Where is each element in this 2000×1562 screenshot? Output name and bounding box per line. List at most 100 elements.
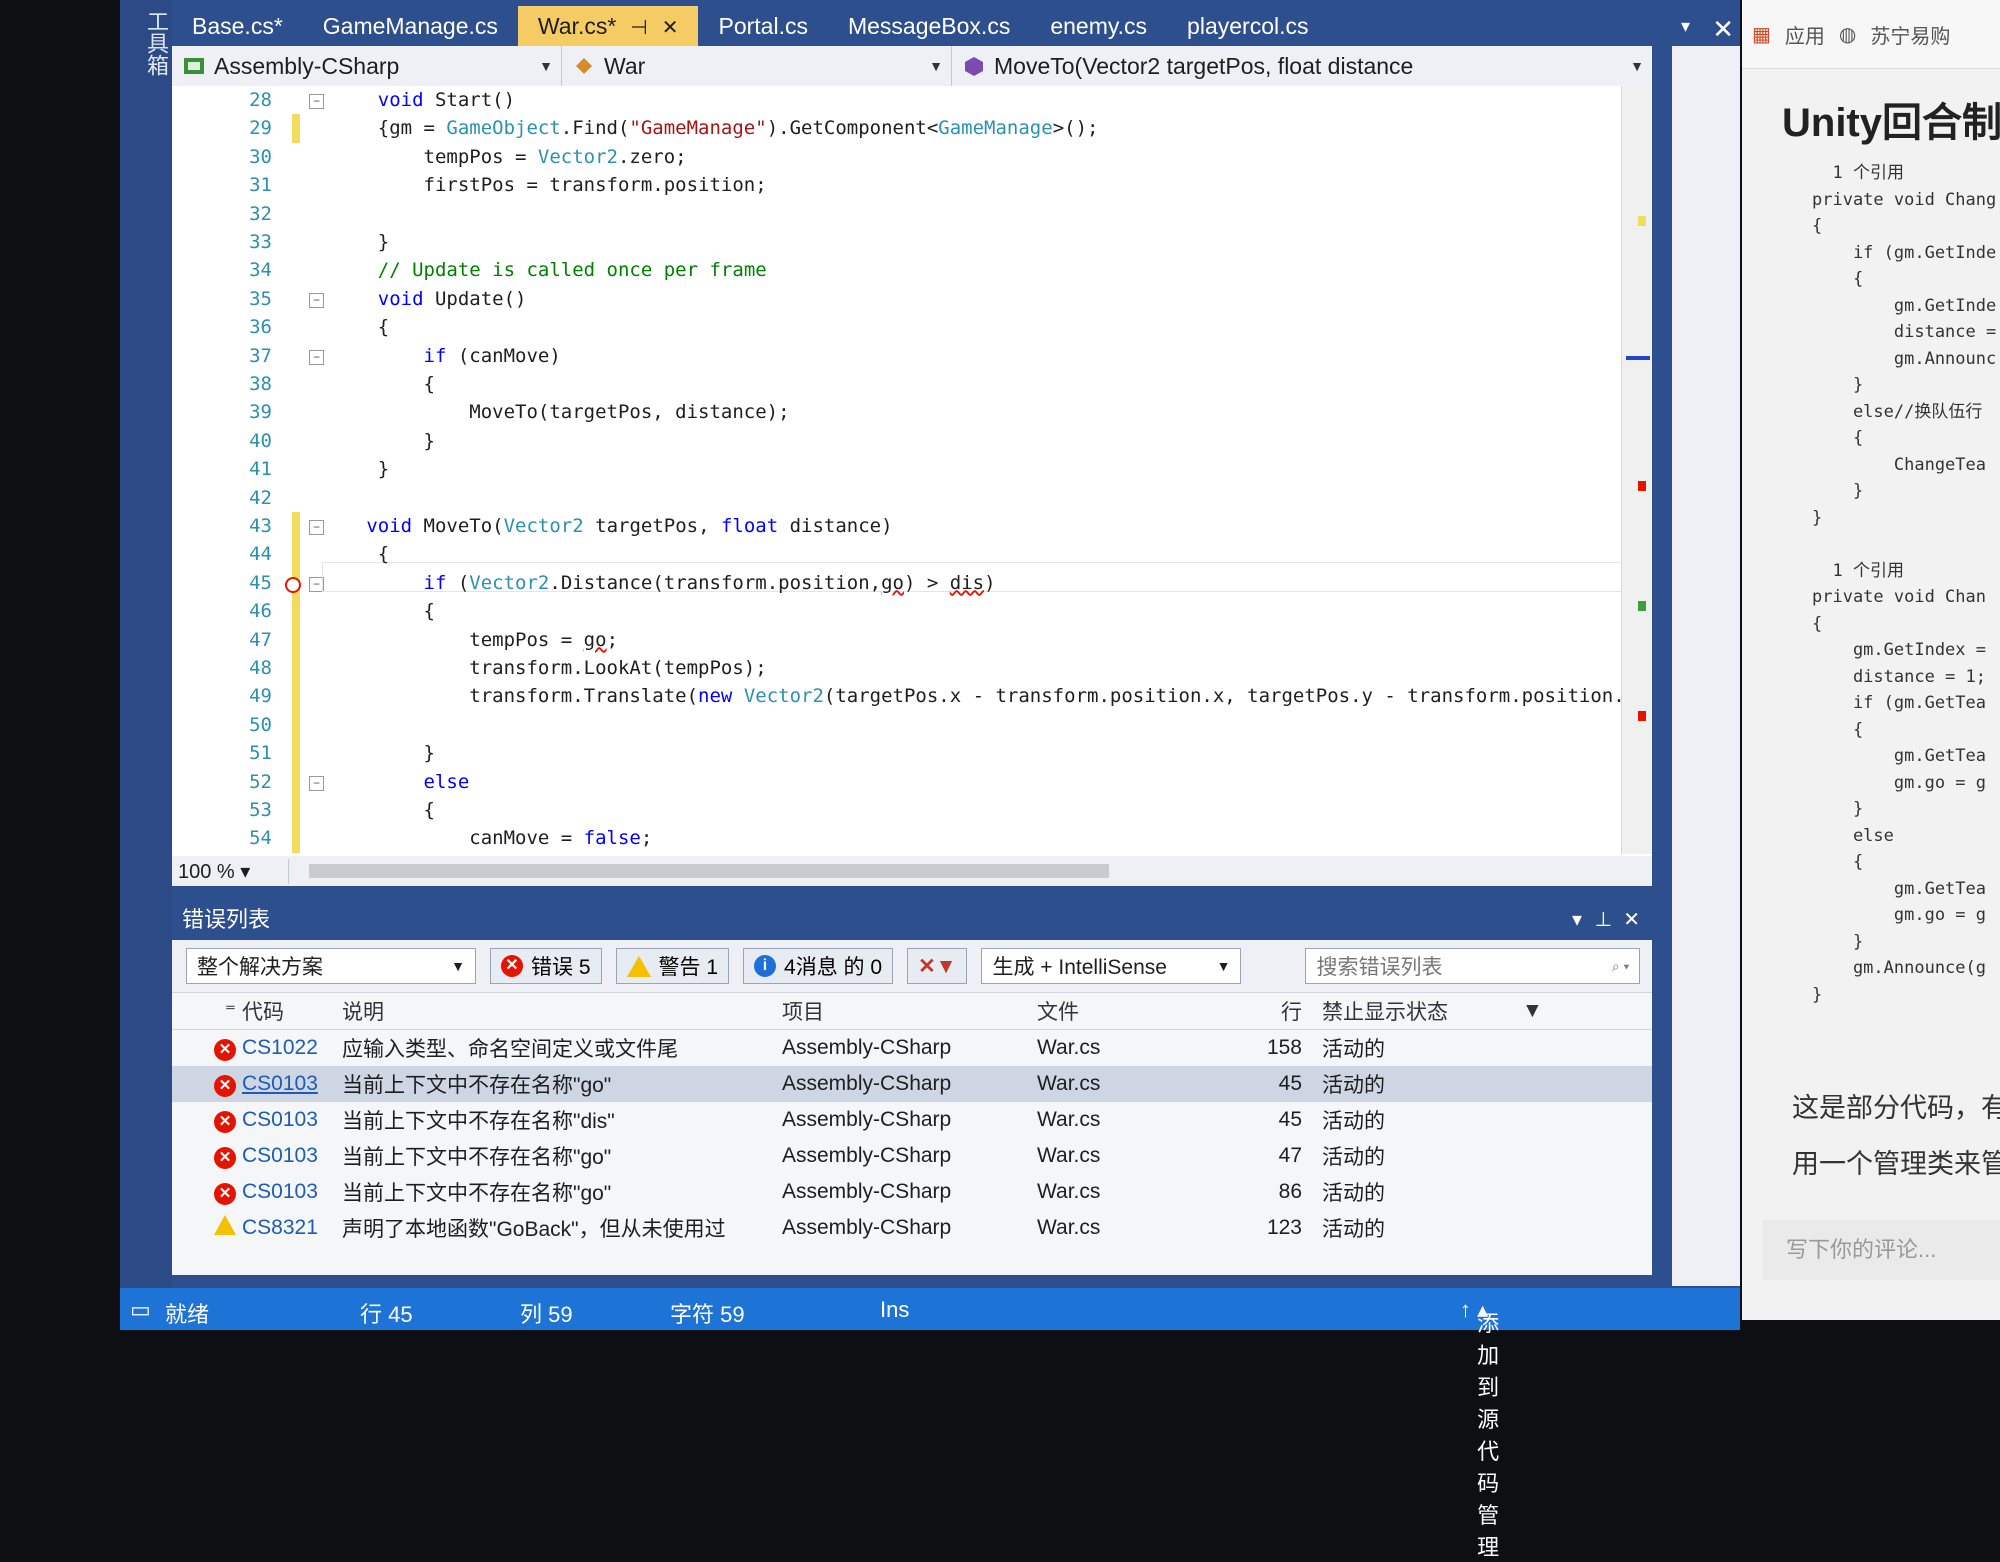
error-list-panel: 错误列表 ▾ ⊥ ✕ 整个解决方案 ▼ ✕ 错误 5 警告 1 i 4消息 的 … [172, 900, 1652, 1275]
tab-gamemanagecs[interactable]: GameManage.cs [303, 6, 518, 46]
error-code[interactable]: CS0103 [242, 1108, 342, 1132]
header-state[interactable]: 禁止显示状态 [1322, 996, 1522, 1026]
pin-icon[interactable]: ⊥ [1595, 900, 1612, 940]
tab-basecs[interactable]: Base.cs* [172, 6, 303, 46]
class-dropdown[interactable]: War ▼ [562, 46, 952, 86]
fold-toggle-icon[interactable]: − [309, 775, 324, 791]
code-line[interactable]: { [332, 540, 389, 568]
code-line[interactable]: { [332, 370, 435, 398]
error-code[interactable]: CS0103 [242, 1072, 342, 1096]
error-row[interactable]: ✕ CS1022 应输入类型、命名空间定义或文件尾 Assembly-CSharp Wa… [172, 1030, 1652, 1066]
code-line[interactable]: firstPos = transform.position; [332, 171, 767, 199]
error-row[interactable]: ✕ CS0103 当前上下文中不存在名称"go" Assembly-CSharp War… [172, 1138, 1652, 1174]
error-file: War.cs [1037, 1036, 1101, 1059]
close-icon[interactable]: ✕ [1623, 900, 1640, 940]
fold-toggle-icon[interactable]: − [309, 94, 324, 109]
error-row[interactable]: ✕ CS0103 当前上下文中不存在名称"dis" Assembly-CSharp Wa… [172, 1102, 1652, 1138]
scope-dropdown[interactable]: 整个解决方案 ▼ [186, 948, 476, 984]
error-row[interactable]: ✕ CS0103 当前上下文中不存在名称"go" Assembly-CSharp War… [172, 1066, 1652, 1102]
code-area[interactable]: void Start() {gm = GameObject.Find("Game… [332, 86, 1772, 854]
horizontal-scrollbar[interactable] [309, 864, 1109, 878]
code-line[interactable]: void Update() [332, 285, 527, 313]
code-line[interactable]: } [332, 739, 435, 767]
sort-icon[interactable]: ⁼ [172, 999, 242, 1024]
code-line[interactable]: tempPos = Vector2.zero; [332, 143, 687, 171]
close-icon[interactable]: ✕ [662, 17, 679, 39]
fold-toggle-icon[interactable]: − [309, 349, 324, 365]
code-line[interactable]: MoveTo(targetPos, distance); [332, 398, 789, 426]
code-line[interactable]: { [332, 796, 435, 824]
bookmark-suning[interactable]: 苏宁易购 [1870, 20, 1950, 49]
error-file: War.cs [1037, 1108, 1101, 1131]
code-line[interactable]: else [332, 768, 470, 796]
code-line[interactable]: void MoveTo(Vector2 targetPos, float dis… [332, 512, 892, 540]
header-project[interactable]: 项目 [782, 996, 1037, 1026]
error-search-input[interactable]: 搜索错误列表 ⌕ ▾ [1305, 948, 1641, 984]
tab-label: MessageBox.cs [847, 13, 1011, 39]
line-number: 53 [249, 799, 272, 821]
status-window-icon: ▭ [130, 1297, 151, 1322]
code-line[interactable]: {gm = GameObject.Find("GameManage").GetC… [332, 114, 1099, 142]
header-code[interactable]: 代码 [242, 996, 342, 1026]
error-code[interactable]: CS8321 [242, 1216, 342, 1240]
messages-filter-button[interactable]: i 4消息 的 0 [743, 948, 894, 984]
article-title: Unity回合制 [1782, 101, 2000, 145]
code-line[interactable]: if (Vector2.Distance(transform.position,… [332, 569, 996, 597]
error-code[interactable]: CS1022 [242, 1036, 342, 1060]
code-line[interactable]: } [332, 427, 435, 455]
search-icon: ⌕ ▾ [1611, 957, 1630, 974]
errors-filter-button[interactable]: ✕ 错误 5 [490, 948, 602, 984]
tab-warcs[interactable]: War.cs* ⊣ ✕ [517, 6, 699, 46]
header-file[interactable]: 文件 [1037, 996, 1252, 1026]
warnings-filter-button[interactable]: 警告 1 [615, 948, 730, 984]
error-code[interactable]: CS0103 [242, 1144, 342, 1168]
line-number: 36 [249, 316, 272, 339]
scroll-caret-marker [1626, 356, 1650, 360]
tab-playercolcs[interactable]: playercol.cs [1167, 6, 1328, 46]
error-project: Assembly-CSharp [782, 1072, 952, 1095]
tab-overflow-icon[interactable]: ▾ [1671, 6, 1700, 46]
toolbox-side-tab[interactable]: 工具箱 [120, 0, 172, 1290]
line-number: 40 [249, 429, 272, 452]
header-desc[interactable]: 说明 [342, 996, 782, 1026]
bookmark-apps[interactable]: 应用 [1785, 20, 1825, 49]
vertical-scrollbar[interactable] [1621, 86, 1652, 854]
code-line[interactable]: } [332, 455, 389, 483]
tab-portalcs[interactable]: Portal.cs [698, 6, 827, 46]
code-line[interactable]: { [332, 597, 435, 625]
clear-filter-button[interactable]: ✕▼ [907, 948, 968, 984]
code-editor[interactable]: 28 − 29 30 31 32 33 34 35 − 36 37 − 38 39 40 41 42 43 − 44 45… [172, 86, 1652, 856]
code-line[interactable]: canMove = false; [332, 824, 652, 852]
chevron-down-icon[interactable]: ▾ [1572, 900, 1582, 940]
code-line[interactable]: void Start() [332, 86, 515, 114]
pin-icon[interactable]: ⊣ [630, 17, 647, 39]
code-line[interactable]: // Update is called once per frame [332, 256, 767, 284]
tab-enemycs[interactable]: enemy.cs [1030, 6, 1167, 46]
code-line[interactable]: transform.LookAt(tempPos); [332, 654, 766, 682]
code-line[interactable]: if (canMove) [332, 342, 561, 370]
build-intellisense-dropdown[interactable]: 生成 + IntelliSense ▼ [981, 948, 1242, 984]
close-icon[interactable]: ✕ [1712, 14, 1734, 45]
fold-toggle-icon[interactable]: − [309, 520, 324, 535]
error-row[interactable]: CS8321 声明了本地函数"GoBack"，但从未使用过 Assembly-CSh… [172, 1210, 1652, 1246]
code-line[interactable]: transform.Translate(new Vector2(targetPo… [332, 682, 1636, 710]
member-dropdown[interactable]: MoveTo(Vector2 targetPos, float distance… [952, 46, 1652, 86]
line-number: 29 [249, 117, 272, 140]
zoom-dropdown[interactable]: 100 % ▾ [172, 858, 289, 884]
error-row[interactable]: ✕ CS0103 当前上下文中不存在名称"go" Assembly-CSharp War… [172, 1174, 1652, 1210]
code-line[interactable]: } [332, 228, 389, 256]
header-line[interactable]: 行 [1252, 996, 1322, 1026]
comment-input[interactable]: 写下你的评论... [1762, 1220, 2000, 1280]
warning-icon [626, 955, 651, 977]
source-control-button[interactable]: ↑ 添加到源代码管理 ▴ [1460, 1297, 1499, 1560]
project-dropdown[interactable]: Assembly-CSharp ▼ [172, 46, 562, 86]
error-code[interactable]: CS0103 [242, 1180, 342, 1204]
code-line[interactable]: { [332, 313, 389, 341]
tab-messageboxcs[interactable]: MessageBox.cs [828, 6, 1030, 46]
method-icon [962, 54, 986, 78]
filter-icon[interactable]: ▼ [1522, 999, 1543, 1023]
line-number: 32 [249, 202, 272, 225]
apps-icon[interactable]: ▦ [1752, 22, 1771, 47]
fold-toggle-icon[interactable]: − [309, 292, 324, 308]
code-line[interactable]: tempPos = go; [332, 626, 618, 654]
